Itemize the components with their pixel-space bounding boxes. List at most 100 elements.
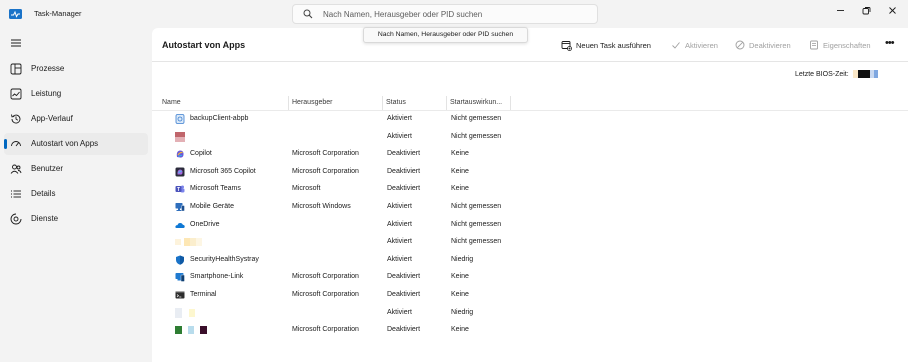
cell-status: Deaktiviert — [387, 185, 421, 193]
redacted-bios-time — [853, 70, 878, 78]
cell-name: Mobile Geräte — [190, 203, 234, 210]
enable-button[interactable]: Aktivieren — [671, 38, 718, 52]
table-row[interactable]: Microsoft 365 Copilot Microsoft Corporat… — [152, 164, 908, 182]
m365-copilot-icon — [175, 167, 185, 177]
cell-status: Aktiviert — [387, 115, 412, 122]
cell-impact: Nicht gemessen — [451, 115, 502, 122]
cell-publisher: Microsoft — [292, 185, 321, 193]
close-button[interactable] — [880, 3, 904, 17]
cell-name: SecurityHealthSystray — [190, 255, 259, 263]
cell-publisher: Microsoft Corporation — [292, 167, 359, 175]
cell-status: Aktiviert — [387, 220, 412, 228]
table-row[interactable]: Terminal Microsoft Corporation Deaktivie… — [152, 287, 908, 305]
properties-label: Eigenschaften — [823, 40, 871, 50]
table-row[interactable]: SecurityHealthSystray Aktiviert Niedrig — [152, 252, 908, 270]
cell-status: Deaktiviert — [387, 167, 421, 175]
services-icon — [10, 213, 22, 225]
run-new-task-button[interactable]: Neuen Task ausführen — [561, 38, 651, 52]
cell-status: Deaktiviert — [387, 150, 421, 158]
column-header-name[interactable]: Name — [162, 99, 181, 106]
table-row[interactable]: OneDrive Aktiviert Nicht gemessen — [152, 217, 908, 235]
mobile-devices-icon — [175, 203, 185, 212]
close-icon — [888, 6, 896, 14]
checkmark-icon — [672, 42, 680, 49]
sidebar-item-label: Autostart von Apps — [31, 139, 99, 148]
column-separator[interactable] — [288, 96, 289, 110]
table-row[interactable]: Aktiviert Nicht gemessen — [152, 234, 908, 252]
minimize-button[interactable] — [828, 3, 852, 17]
cell-publisher: Microsoft Corporation — [292, 150, 359, 158]
sidebar-item-details[interactable]: Details — [4, 183, 148, 205]
app-title: Task-Manager — [34, 9, 82, 18]
column-header-startup-impact[interactable]: Startauswirkun... — [450, 99, 502, 106]
cell-impact: Keine — [451, 291, 469, 298]
onedrive-icon — [175, 222, 185, 228]
column-separator[interactable] — [510, 96, 511, 110]
sidebar: Prozesse Leistung App-Verlauf Autostart … — [0, 28, 152, 362]
cell-status: Aktiviert — [387, 238, 412, 246]
table-row[interactable]: Mobile Geräte Microsoft Windows Aktivier… — [152, 199, 908, 217]
properties-button[interactable]: Eigenschaften — [809, 38, 871, 52]
cell-publisher: Microsoft Corporation — [292, 326, 359, 334]
sidebar-item-label: Dienste — [31, 214, 59, 223]
column-separator[interactable] — [446, 96, 447, 110]
search-icon — [303, 9, 313, 19]
table-row[interactable]: Aktiviert Nicht gemessen — [152, 129, 908, 147]
table-row[interactable]: T Microsoft Teams Microsoft Deaktiviert … — [152, 181, 908, 199]
more-options-icon[interactable]: ••• — [885, 37, 895, 49]
sidebar-item-services[interactable]: Dienste — [4, 208, 148, 230]
cell-impact: Keine — [451, 273, 469, 281]
phone-link-icon — [175, 273, 185, 283]
backup-client-icon — [175, 114, 185, 124]
cell-impact: Niedrig — [451, 308, 474, 316]
column-header-status[interactable]: Status — [386, 99, 406, 106]
column-separator[interactable] — [382, 96, 383, 110]
sidebar-item-startup-apps[interactable]: Autostart von Apps — [4, 133, 148, 155]
maximize-button[interactable] — [854, 3, 878, 17]
title-bar: Task-Manager Nach Namen, Herausgeber ode… — [0, 0, 908, 28]
sidebar-item-users[interactable]: Benutzer — [4, 158, 148, 180]
disable-label: Deaktivieren — [749, 40, 791, 50]
svg-text:T: T — [177, 187, 180, 193]
cell-status: Aktiviert — [387, 255, 412, 263]
search-input[interactable]: Nach Namen, Herausgeber oder PID suchen — [292, 4, 598, 24]
table-row[interactable]: backupClient-abpb Aktiviert Nicht gemess… — [152, 111, 908, 129]
new-task-icon — [561, 40, 572, 51]
sidebar-item-app-history[interactable]: App-Verlauf — [4, 108, 148, 130]
cell-status: Deaktiviert — [387, 326, 421, 334]
details-icon — [11, 190, 21, 198]
search-placeholder: Nach Namen, Herausgeber oder PID suchen — [323, 10, 483, 19]
cell-name: Microsoft Teams — [190, 185, 241, 193]
redacted-app-icon — [175, 326, 207, 335]
disable-icon — [735, 40, 745, 50]
table-row[interactable]: Smartphone-Link Microsoft Corporation De… — [152, 269, 908, 287]
users-icon — [10, 164, 22, 174]
history-icon — [11, 114, 21, 124]
cell-impact: Keine — [451, 326, 469, 334]
table-row[interactable]: Copilot Microsoft Corporation Deaktivier… — [152, 146, 908, 164]
table-row[interactable]: Microsoft Corporation Deaktiviert Keine — [152, 322, 908, 340]
redacted-app-icon — [175, 238, 202, 247]
disable-button[interactable]: Deaktivieren — [735, 38, 791, 52]
sidebar-item-processes[interactable]: Prozesse — [4, 58, 148, 80]
page-title: Autostart von Apps — [162, 40, 246, 50]
copilot-icon — [176, 150, 184, 158]
hamburger-menu-icon[interactable] — [10, 38, 22, 48]
sidebar-item-label: Benutzer — [31, 164, 64, 173]
restore-icon — [862, 6, 870, 14]
terminal-icon — [175, 291, 185, 299]
cell-impact: Keine — [451, 167, 469, 175]
column-header-publisher[interactable]: Herausgeber — [292, 99, 332, 106]
run-new-task-label: Neuen Task ausführen — [576, 40, 651, 50]
sidebar-item-performance[interactable]: Leistung — [4, 83, 148, 105]
sidebar-item-label: App-Verlauf — [31, 114, 73, 123]
cell-name: backupClient-abpb — [190, 115, 249, 122]
task-manager-icon — [9, 9, 22, 19]
cell-status: Aktiviert — [387, 203, 412, 210]
cell-name: Microsoft 365 Copilot — [190, 167, 256, 175]
cell-publisher: Microsoft Windows — [292, 203, 351, 210]
cell-impact: Keine — [451, 185, 469, 193]
table-row[interactable]: Aktiviert Niedrig — [152, 305, 908, 323]
cell-impact: Nicht gemessen — [451, 203, 502, 210]
cell-name: OneDrive — [190, 220, 220, 228]
